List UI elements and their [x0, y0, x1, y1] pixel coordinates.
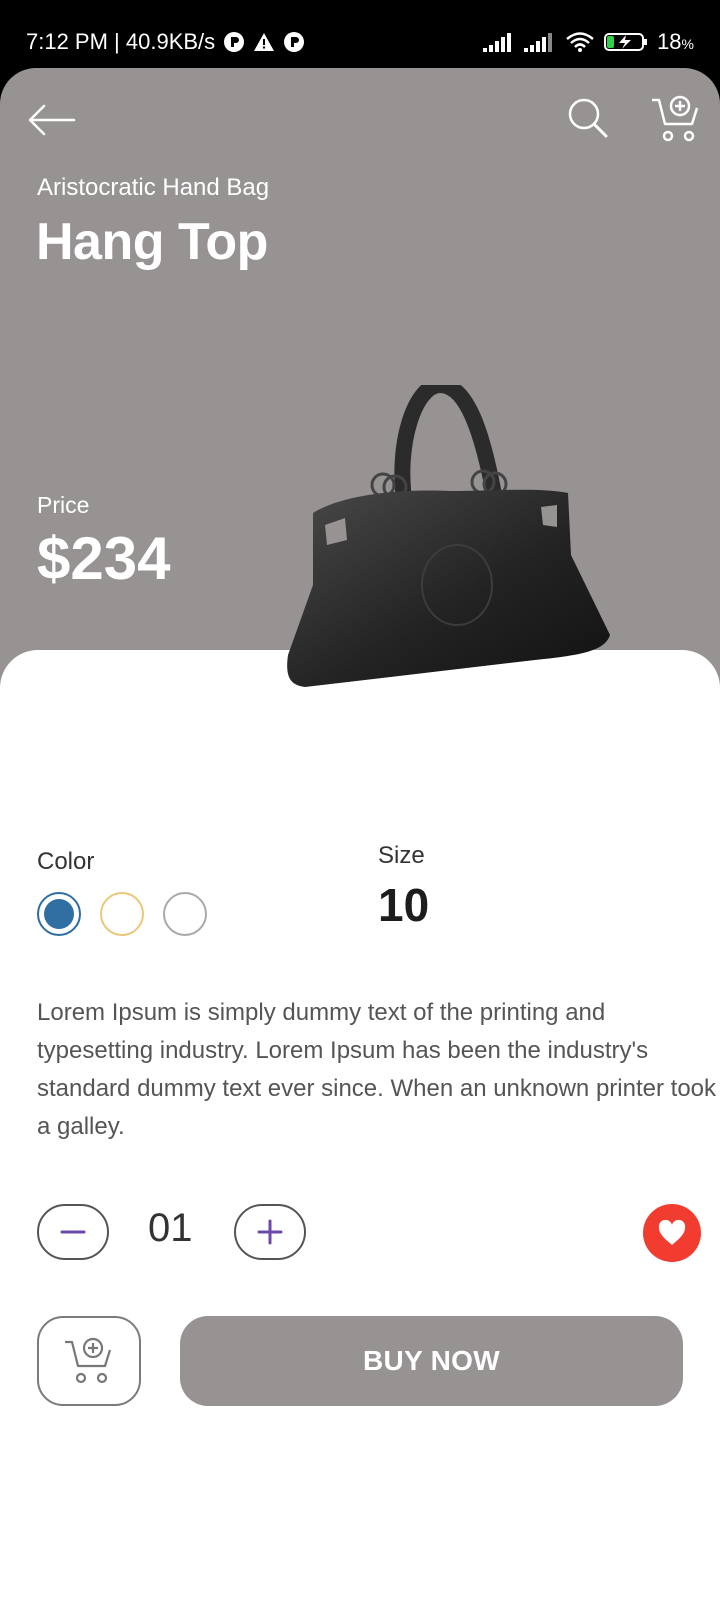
add-cart-icon[interactable]	[650, 94, 702, 144]
product-detail-screen: 7:12 PM | 40.9KB/s 18% Aristocratic Hand…	[0, 0, 720, 1600]
buy-now-button[interactable]: BUY NOW	[180, 1316, 683, 1406]
color-label: Color	[37, 848, 95, 875]
wifi-icon	[566, 32, 594, 52]
product-title: Hang Top	[36, 213, 268, 271]
quantity-decrease-button[interactable]	[37, 1204, 109, 1260]
product-description: Lorem Ipsum is simply dummy text of the …	[37, 999, 717, 1140]
plus-icon	[257, 1219, 283, 1245]
size-value: 10	[378, 879, 430, 931]
quantity-value: 01	[148, 1206, 193, 1250]
handbag-image	[287, 385, 610, 687]
status-right: 18%	[483, 29, 694, 55]
size-label: Size	[378, 842, 425, 869]
minus-icon	[60, 1230, 86, 1234]
quantity-increase-button[interactable]	[234, 1204, 306, 1260]
battery-unit: %	[681, 36, 694, 52]
battery-level: 18	[657, 29, 682, 54]
status-left: 7:12 PM | 40.9KB/s	[26, 29, 305, 55]
battery-charging-icon	[604, 33, 648, 51]
add-cart-icon	[65, 1337, 112, 1384]
color-options	[37, 892, 207, 936]
color-swatch-gold[interactable]	[100, 892, 144, 936]
warning-icon	[254, 33, 275, 51]
vpn-icon	[284, 32, 305, 52]
signal-icon	[483, 33, 512, 52]
signal-icon	[524, 33, 553, 52]
price-value: $234	[37, 525, 171, 592]
color-swatch-grey[interactable]	[163, 892, 207, 936]
favorite-button[interactable]	[643, 1204, 701, 1262]
status-time-speed: 7:12 PM | 40.9KB/s	[26, 29, 216, 54]
add-to-cart-button[interactable]	[37, 1316, 141, 1406]
color-swatch-blue[interactable]	[37, 892, 81, 936]
status-bar: 7:12 PM | 40.9KB/s 18%	[0, 0, 720, 68]
product-subtitle: Aristocratic Hand Bag	[37, 174, 270, 201]
vpn-icon	[224, 32, 245, 52]
heart-icon	[658, 1219, 686, 1245]
back-arrow-icon[interactable]	[26, 100, 76, 140]
search-icon[interactable]	[566, 96, 610, 140]
battery-percentage: 18%	[657, 29, 694, 55]
price-label: Price	[37, 492, 90, 518]
